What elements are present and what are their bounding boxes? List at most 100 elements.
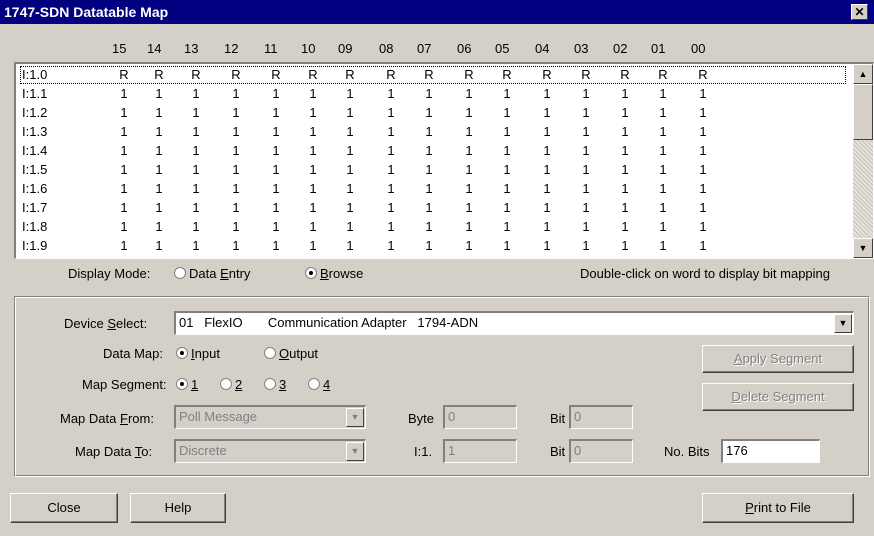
bit-cell[interactable]: 1 bbox=[118, 237, 130, 255]
map-data-from-dropdown[interactable]: Poll Message ▼ bbox=[174, 405, 366, 429]
bit-cell[interactable]: R bbox=[657, 66, 669, 84]
delete-segment-button[interactable]: Delete Segment bbox=[702, 383, 854, 411]
bit-cell[interactable]: 1 bbox=[657, 199, 669, 217]
bit-cell[interactable]: 1 bbox=[463, 237, 475, 255]
bit-cell[interactable]: R bbox=[344, 66, 356, 84]
bit-cell[interactable]: R bbox=[580, 66, 592, 84]
bit-cell[interactable]: 1 bbox=[118, 104, 130, 122]
bit-cell[interactable]: 1 bbox=[619, 104, 631, 122]
bit-cell[interactable]: 1 bbox=[580, 104, 592, 122]
bit-cell[interactable]: 1 bbox=[423, 123, 435, 141]
bit-cell[interactable]: 1 bbox=[657, 218, 669, 236]
bit-cell[interactable]: 1 bbox=[344, 104, 356, 122]
chevron-down-icon[interactable]: ▼ bbox=[346, 408, 364, 427]
bit-cell[interactable]: 1 bbox=[344, 180, 356, 198]
bit-cell[interactable]: 1 bbox=[541, 104, 553, 122]
bit-cell[interactable]: 1 bbox=[501, 85, 513, 103]
bit-cell[interactable]: 1 bbox=[423, 142, 435, 160]
bit-cell[interactable]: 1 bbox=[541, 85, 553, 103]
bit-cell[interactable]: 1 bbox=[230, 161, 242, 179]
bit-cell[interactable]: 1 bbox=[270, 161, 282, 179]
table-row[interactable]: I:1.1 1 1 1 1 1 1 1 1 1 1 1 1 1 1 1 1 bbox=[20, 85, 846, 103]
bit-cell[interactable]: 1 bbox=[619, 237, 631, 255]
apply-segment-button[interactable]: Apply Segment bbox=[702, 345, 854, 373]
bit-cell[interactable]: 1 bbox=[153, 199, 165, 217]
bit-cell[interactable]: 1 bbox=[580, 161, 592, 179]
help-button[interactable]: Help bbox=[130, 493, 226, 523]
bit-cell[interactable]: R bbox=[190, 66, 202, 84]
bit-cell[interactable]: 1 bbox=[697, 142, 709, 160]
bit-cell[interactable]: 1 bbox=[153, 123, 165, 141]
bit-cell[interactable]: 1 bbox=[344, 199, 356, 217]
data-map-input-radio[interactable]: Input bbox=[176, 346, 220, 361]
bit-cell[interactable]: 1 bbox=[190, 123, 202, 141]
bit-cell[interactable]: 1 bbox=[541, 180, 553, 198]
bit-cell[interactable]: 1 bbox=[385, 142, 397, 160]
bit-cell[interactable]: 1 bbox=[501, 104, 513, 122]
bit-cell[interactable]: 1 bbox=[423, 199, 435, 217]
bit-cell[interactable]: 1 bbox=[118, 123, 130, 141]
bit-cell[interactable]: 1 bbox=[230, 85, 242, 103]
print-to-file-button[interactable]: Print to File bbox=[702, 493, 854, 523]
bit-cell[interactable]: 1 bbox=[541, 199, 553, 217]
bit-cell[interactable]: 1 bbox=[697, 237, 709, 255]
bit-cell[interactable]: 1 bbox=[344, 142, 356, 160]
bit-cell[interactable]: 1 bbox=[153, 180, 165, 198]
bit-cell[interactable]: 1 bbox=[580, 142, 592, 160]
bit-cell[interactable]: R bbox=[385, 66, 397, 84]
byte-field[interactable]: 0 bbox=[443, 405, 517, 429]
bit-cell[interactable]: 1 bbox=[657, 85, 669, 103]
bit-cell[interactable]: 1 bbox=[541, 142, 553, 160]
bit-cell[interactable]: 1 bbox=[190, 237, 202, 255]
bit-cell[interactable]: 1 bbox=[697, 123, 709, 141]
bit-cell[interactable]: 1 bbox=[190, 161, 202, 179]
bit-cell[interactable]: 1 bbox=[657, 123, 669, 141]
vertical-scrollbar[interactable]: ▲ ▼ bbox=[853, 64, 873, 258]
bit-cell[interactable]: R bbox=[118, 66, 130, 84]
table-row[interactable]: I:1.0 R R R R R R R R R R R R R R R R bbox=[20, 66, 846, 84]
bit-cell[interactable]: 1 bbox=[385, 104, 397, 122]
bit-cell[interactable]: 1 bbox=[118, 142, 130, 160]
bit-cell[interactable]: 1 bbox=[423, 180, 435, 198]
bit-cell[interactable]: 1 bbox=[580, 218, 592, 236]
bit-cell[interactable]: 1 bbox=[230, 142, 242, 160]
map-segment-3-radio[interactable]: 3 bbox=[264, 377, 286, 392]
bit-cell[interactable]: 1 bbox=[344, 218, 356, 236]
bit-cell[interactable]: 1 bbox=[344, 123, 356, 141]
bit-cell[interactable]: 1 bbox=[190, 199, 202, 217]
bit-cell[interactable]: 1 bbox=[153, 104, 165, 122]
bit-cell[interactable]: R bbox=[501, 66, 513, 84]
bit-cell[interactable]: 1 bbox=[697, 199, 709, 217]
bit-cell[interactable]: R bbox=[541, 66, 553, 84]
bit-cell[interactable]: 1 bbox=[619, 123, 631, 141]
bit-cell[interactable]: 1 bbox=[580, 123, 592, 141]
bit-cell[interactable]: 1 bbox=[619, 218, 631, 236]
bit-cell[interactable]: 1 bbox=[230, 123, 242, 141]
bit-cell[interactable]: 1 bbox=[190, 142, 202, 160]
bit-cell[interactable]: 1 bbox=[270, 123, 282, 141]
bit-cell[interactable]: 1 bbox=[580, 237, 592, 255]
bit-cell[interactable]: 1 bbox=[657, 142, 669, 160]
display-mode-data-entry-radio[interactable]: Data Entry bbox=[174, 266, 250, 281]
bit-cell[interactable]: 1 bbox=[307, 85, 319, 103]
bit-cell[interactable]: 1 bbox=[344, 161, 356, 179]
bit-cell[interactable]: 1 bbox=[657, 104, 669, 122]
map-segment-4-radio[interactable]: 4 bbox=[308, 377, 330, 392]
close-icon[interactable]: ✕ bbox=[851, 4, 868, 20]
bit-cell[interactable]: 1 bbox=[153, 85, 165, 103]
bit-cell[interactable]: 1 bbox=[619, 180, 631, 198]
bit-cell[interactable]: 1 bbox=[697, 85, 709, 103]
bit-cell[interactable]: 1 bbox=[541, 161, 553, 179]
data-map-output-radio[interactable]: Output bbox=[264, 346, 318, 361]
bit-cell[interactable]: 1 bbox=[230, 104, 242, 122]
bit-cell[interactable]: 1 bbox=[230, 199, 242, 217]
bit-cell[interactable]: 1 bbox=[580, 85, 592, 103]
bit-cell[interactable]: 1 bbox=[463, 123, 475, 141]
table-row[interactable]: I:1.6 1 1 1 1 1 1 1 1 1 1 1 1 1 1 1 1 bbox=[20, 180, 846, 198]
bit-cell[interactable]: 1 bbox=[657, 237, 669, 255]
bit-cell[interactable]: 1 bbox=[423, 85, 435, 103]
bit-cell[interactable]: 1 bbox=[697, 218, 709, 236]
bit-from-field[interactable]: 0 bbox=[569, 405, 633, 429]
no-bits-field[interactable]: 176 bbox=[721, 439, 820, 463]
close-button[interactable]: Close bbox=[10, 493, 118, 523]
